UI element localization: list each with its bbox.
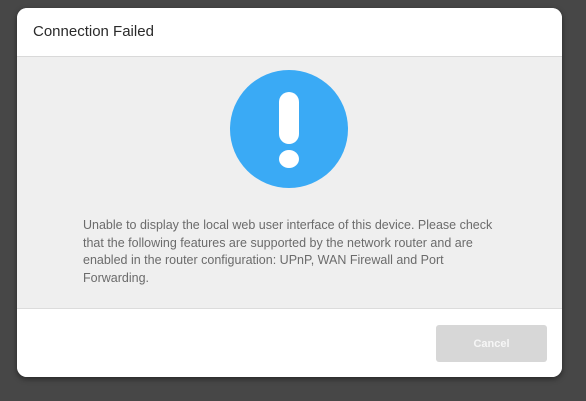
dialog-title: Connection Failed [33, 23, 154, 40]
dialog-footer: Cancel [17, 309, 562, 377]
exclamation-bar [279, 92, 299, 144]
connection-failed-dialog: Connection Failed Unable to display the … [17, 8, 562, 377]
error-message: Unable to display the local web user int… [83, 218, 493, 285]
dialog-header: Connection Failed [17, 8, 562, 57]
cancel-button[interactable]: Cancel [436, 325, 547, 362]
exclamation-circle-icon [230, 70, 348, 188]
dialog-body: Unable to display the local web user int… [17, 57, 562, 309]
exclamation-dot [279, 150, 299, 168]
